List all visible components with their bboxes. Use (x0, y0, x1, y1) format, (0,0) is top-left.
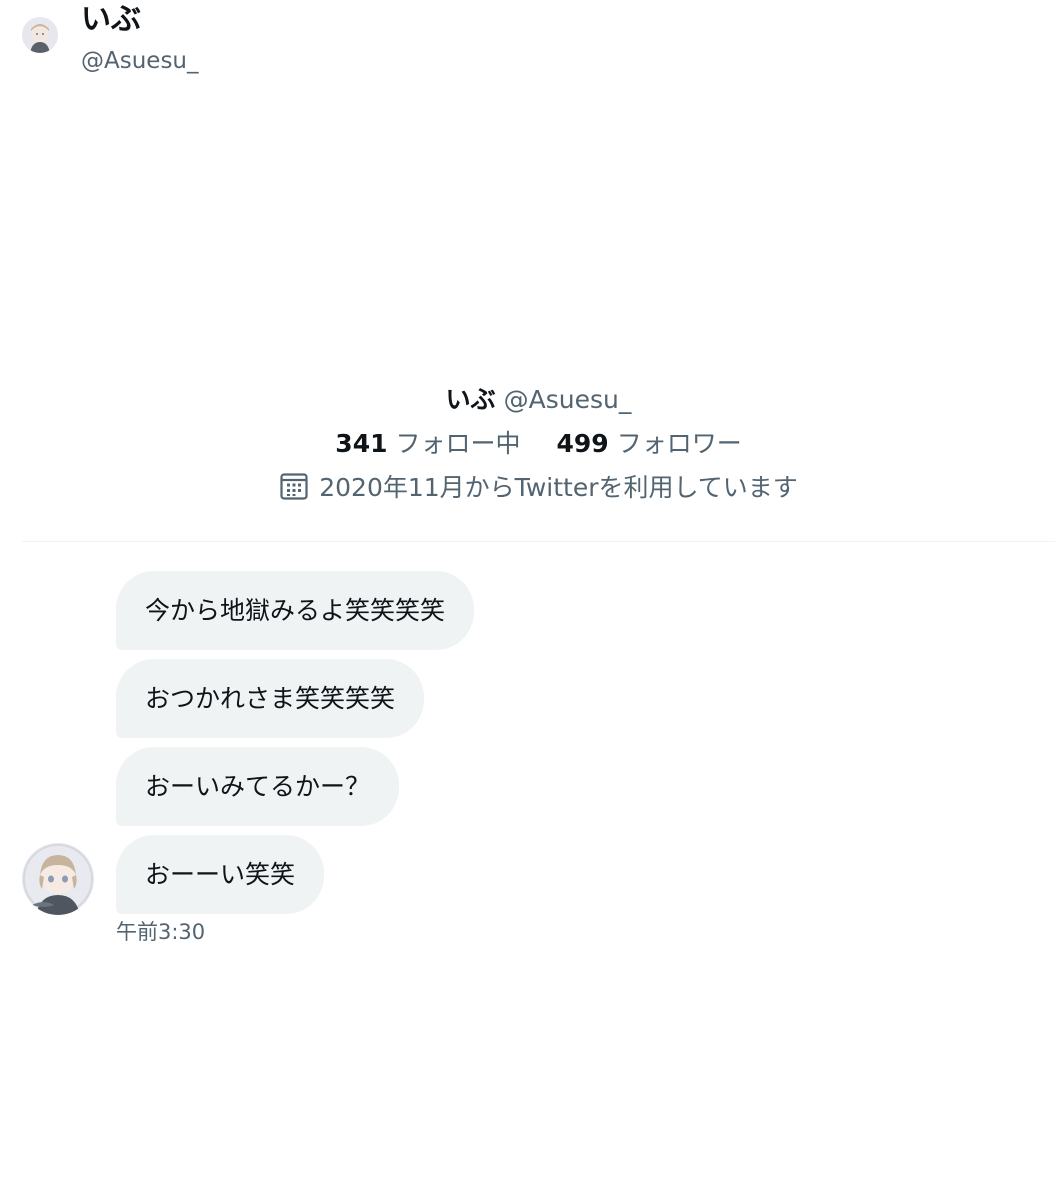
followers-stat[interactable]: 499 フォロワー (557, 422, 742, 466)
divider (22, 541, 1055, 542)
message-row: おーいみてるかー？ (116, 747, 1016, 827)
message-bubble[interactable]: おーーい笑笑 (116, 835, 325, 914)
header-display-name: いぶ (81, 2, 141, 37)
following-stat[interactable]: 341 フォロー中 (335, 422, 520, 466)
message-bubble[interactable]: おーいみてるかー？ (116, 747, 400, 826)
followers-label: フォロワー (616, 429, 742, 458)
message-row: おーーい笑笑 (116, 835, 1016, 915)
conversation-header: いぶ @Asuesu_ (0, 0, 1055, 90)
message-group: 今から地獄みるよ笑笑笑笑 おつかれさま笑笑笑笑 おーいみてるかー？ おーーい笑笑… (116, 571, 1016, 944)
message-row: おつかれさま笑笑笑笑 (116, 659, 1016, 739)
sender-avatar[interactable] (22, 843, 94, 915)
message-bubble[interactable]: おつかれさま笑笑笑笑 (116, 659, 425, 738)
following-count: 341 (335, 429, 388, 458)
profile-summary: いぶ @Asuesu_ 341 フォロー中 499 フォロワー 2020年11月からTw… (22, 378, 1055, 510)
following-label: フォロー中 (395, 429, 521, 458)
message-bubble[interactable]: 今から地獄みるよ笑笑笑笑 (116, 571, 475, 650)
message-timestamp: 午前3:30 (116, 920, 206, 944)
profile-name-line: いぶ @Asuesu_ (22, 378, 1055, 422)
joined-date: 2020年11月からTwitterを利用しています (22, 466, 1055, 510)
header-avatar[interactable] (22, 17, 58, 53)
profile-handle[interactable]: @Asuesu_ (504, 385, 632, 414)
avatar-illustration-icon (22, 17, 58, 53)
calendar-icon (279, 471, 309, 515)
message-row: 今から地獄みるよ笑笑笑笑 (116, 571, 1016, 651)
followers-count: 499 (556, 429, 609, 458)
profile-stats: 341 フォロー中 499 フォロワー (22, 422, 1055, 466)
joined-text: 2020年11月からTwitterを利用しています (319, 473, 798, 502)
avatar-illustration-icon (22, 843, 94, 915)
profile-display-name[interactable]: いぶ (446, 385, 496, 414)
header-handle: @Asuesu_ (81, 48, 199, 74)
